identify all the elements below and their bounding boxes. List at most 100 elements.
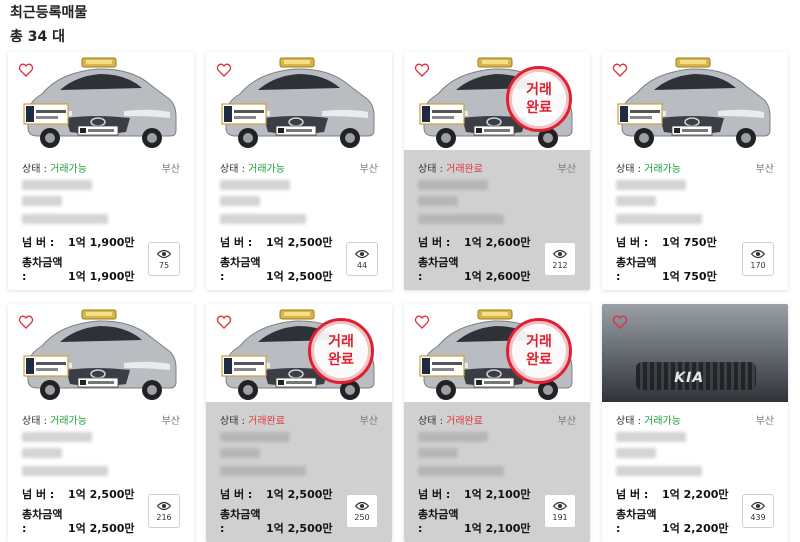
status-value: 거래가능 bbox=[644, 416, 681, 427]
listing-info: 상태 : 거래가능 부산 넘 버 : 1억 2,500만 총차금액 : 1억 2… bbox=[8, 402, 194, 542]
listing-card[interactable]: KIA 상태 : 거래가능 부산 넘 버 : 1억 2,200만 총차금액 : … bbox=[602, 304, 788, 542]
listing-card[interactable]: 거래 완료 상태 : 거래완료 부산 넘 버 : 1억 2,100만 총차금액 … bbox=[404, 304, 590, 542]
blurred-info bbox=[418, 180, 488, 190]
listing-image[interactable] bbox=[206, 52, 392, 150]
eye-icon bbox=[157, 501, 171, 510]
number-price-label: 넘 버 : bbox=[418, 236, 451, 249]
heart-icon[interactable] bbox=[612, 62, 628, 78]
number-price-line: 넘 버 : 1억 1,900만 bbox=[22, 234, 135, 250]
view-count: 75 bbox=[158, 260, 170, 270]
listing-image[interactable]: 거래 완료 bbox=[404, 52, 590, 150]
number-price-value: 1억 1,900만 bbox=[68, 236, 135, 249]
total-price-label: 총차금액 : bbox=[616, 256, 657, 283]
heart-icon[interactable] bbox=[216, 314, 232, 330]
status-prefix: 상태 : bbox=[418, 416, 447, 427]
heart-icon[interactable] bbox=[18, 62, 34, 78]
total-price-value: 1억 2,200만 bbox=[662, 522, 729, 535]
eye-icon bbox=[553, 501, 567, 510]
heart-icon[interactable] bbox=[216, 62, 232, 78]
view-count-badge: 216 bbox=[148, 494, 180, 528]
taxi-car-image bbox=[221, 57, 375, 148]
listing-info: 상태 : 거래가능 부산 넘 버 : 1억 1,900만 총차금액 : 1억 1… bbox=[8, 150, 194, 290]
blurred-info bbox=[418, 196, 458, 206]
total-price-line: 총차금액 : 1억 2,200만 bbox=[616, 506, 729, 536]
listing-card[interactable]: 상태 : 거래가능 부산 넘 버 : 1억 2,500만 총차금액 : 1억 2… bbox=[206, 52, 392, 290]
listing-card[interactable]: 상태 : 거래가능 부산 넘 버 : 1억 2,500만 총차금액 : 1억 2… bbox=[8, 304, 194, 542]
view-count: 191 bbox=[552, 512, 568, 522]
number-price-value: 1억 2,500만 bbox=[266, 488, 333, 501]
stamp-line2: 완료 bbox=[526, 100, 552, 116]
number-price-line: 넘 버 : 1억 2,100만 bbox=[418, 486, 531, 502]
region-label: 부산 bbox=[161, 164, 180, 175]
listing-info: 상태 : 거래완료 부산 넘 버 : 1억 2,100만 총차금액 : 1억 2… bbox=[404, 402, 590, 542]
status-line: 상태 : 거래완료 bbox=[220, 412, 285, 427]
view-count-badge: 250 bbox=[346, 494, 378, 528]
blurred-info bbox=[616, 214, 702, 224]
total-price-label: 총차금액 : bbox=[220, 508, 261, 535]
number-price-value: 1억 2,100만 bbox=[464, 488, 531, 501]
total-price-line: 총차금액 : 1억 1,900만 bbox=[22, 254, 135, 284]
status-value: 거래가능 bbox=[248, 164, 285, 175]
stamp-line1: 거래 bbox=[328, 334, 354, 350]
listing-card[interactable]: 상태 : 거래가능 부산 넘 버 : 1억 750만 총차금액 : 1억 750… bbox=[602, 52, 788, 290]
blurred-info bbox=[418, 214, 504, 224]
status-prefix: 상태 : bbox=[220, 416, 249, 427]
number-price-line: 넘 버 : 1억 2,200만 bbox=[616, 486, 729, 502]
listing-image[interactable]: 거래 완료 bbox=[206, 304, 392, 402]
status-value: 거래가능 bbox=[50, 416, 87, 427]
listing-image[interactable]: 거래 완료 bbox=[404, 304, 590, 402]
view-count: 216 bbox=[156, 512, 172, 522]
status-line: 상태 : 거래가능 bbox=[616, 412, 681, 427]
blurred-info bbox=[22, 214, 108, 224]
view-count-badge: 75 bbox=[148, 242, 180, 276]
listing-info: 상태 : 거래가능 부산 넘 버 : 1억 2,200만 총차금액 : 1억 2… bbox=[602, 402, 788, 542]
number-price-line: 넘 버 : 1억 2,600만 bbox=[418, 234, 531, 250]
sold-stamp: 거래 완료 bbox=[308, 318, 374, 384]
blurred-info bbox=[616, 448, 656, 458]
heart-icon[interactable] bbox=[414, 62, 430, 78]
view-count: 439 bbox=[750, 512, 766, 522]
stamp-line2: 완료 bbox=[328, 352, 354, 368]
view-count: 212 bbox=[552, 260, 568, 270]
status-prefix: 상태 : bbox=[616, 164, 645, 175]
eye-icon bbox=[157, 249, 171, 258]
listing-card[interactable]: 상태 : 거래가능 부산 넘 버 : 1억 1,900만 총차금액 : 1억 1… bbox=[8, 52, 194, 290]
listing-image[interactable] bbox=[602, 52, 788, 150]
total-price-value: 1억 2,100만 bbox=[464, 522, 531, 535]
status-line: 상태 : 거래가능 bbox=[220, 160, 285, 175]
taxi-car-image bbox=[23, 309, 177, 400]
status-value: 거래가능 bbox=[644, 164, 681, 175]
listing-grid: 상태 : 거래가능 부산 넘 버 : 1억 1,900만 총차금액 : 1억 1… bbox=[8, 52, 794, 542]
number-price-value: 1억 2,200만 bbox=[662, 488, 729, 501]
blurred-info bbox=[220, 180, 290, 190]
status-prefix: 상태 : bbox=[22, 164, 51, 175]
heart-icon[interactable] bbox=[612, 314, 628, 330]
number-price-label: 넘 버 : bbox=[22, 236, 55, 249]
blurred-info bbox=[22, 180, 92, 190]
blurred-info bbox=[616, 196, 656, 206]
listing-image[interactable] bbox=[8, 304, 194, 402]
stamp-line2: 완료 bbox=[526, 352, 552, 368]
heart-icon[interactable] bbox=[18, 314, 34, 330]
view-count-badge: 170 bbox=[742, 242, 774, 276]
blurred-info bbox=[22, 466, 108, 476]
total-price-label: 총차금액 : bbox=[220, 256, 261, 283]
number-price-label: 넘 버 : bbox=[418, 488, 451, 501]
view-count-badge: 212 bbox=[544, 242, 576, 276]
listing-count: 총 34 대 bbox=[10, 29, 65, 45]
sold-stamp: 거래 완료 bbox=[506, 66, 572, 132]
number-price-value: 1억 750만 bbox=[662, 236, 717, 249]
total-price-line: 총차금액 : 1억 2,500만 bbox=[220, 254, 333, 284]
listing-image[interactable] bbox=[8, 52, 194, 150]
region-label: 부산 bbox=[755, 164, 774, 175]
total-price-line: 총차금액 : 1억 2,100만 bbox=[418, 506, 531, 536]
view-count-badge: 439 bbox=[742, 494, 774, 528]
listing-image[interactable]: KIA bbox=[602, 304, 788, 402]
heart-icon[interactable] bbox=[414, 314, 430, 330]
listing-card[interactable]: 거래 완료 상태 : 거래완료 부산 넘 버 : 1억 2,500만 총차금액 … bbox=[206, 304, 392, 542]
blurred-info bbox=[418, 466, 504, 476]
blurred-info bbox=[616, 466, 702, 476]
number-price-line: 넘 버 : 1억 750만 bbox=[616, 234, 717, 250]
listing-info: 상태 : 거래가능 부산 넘 버 : 1억 750만 총차금액 : 1억 750… bbox=[602, 150, 788, 290]
listing-card[interactable]: 거래 완료 상태 : 거래완료 부산 넘 버 : 1억 2,600만 총차금액 … bbox=[404, 52, 590, 290]
